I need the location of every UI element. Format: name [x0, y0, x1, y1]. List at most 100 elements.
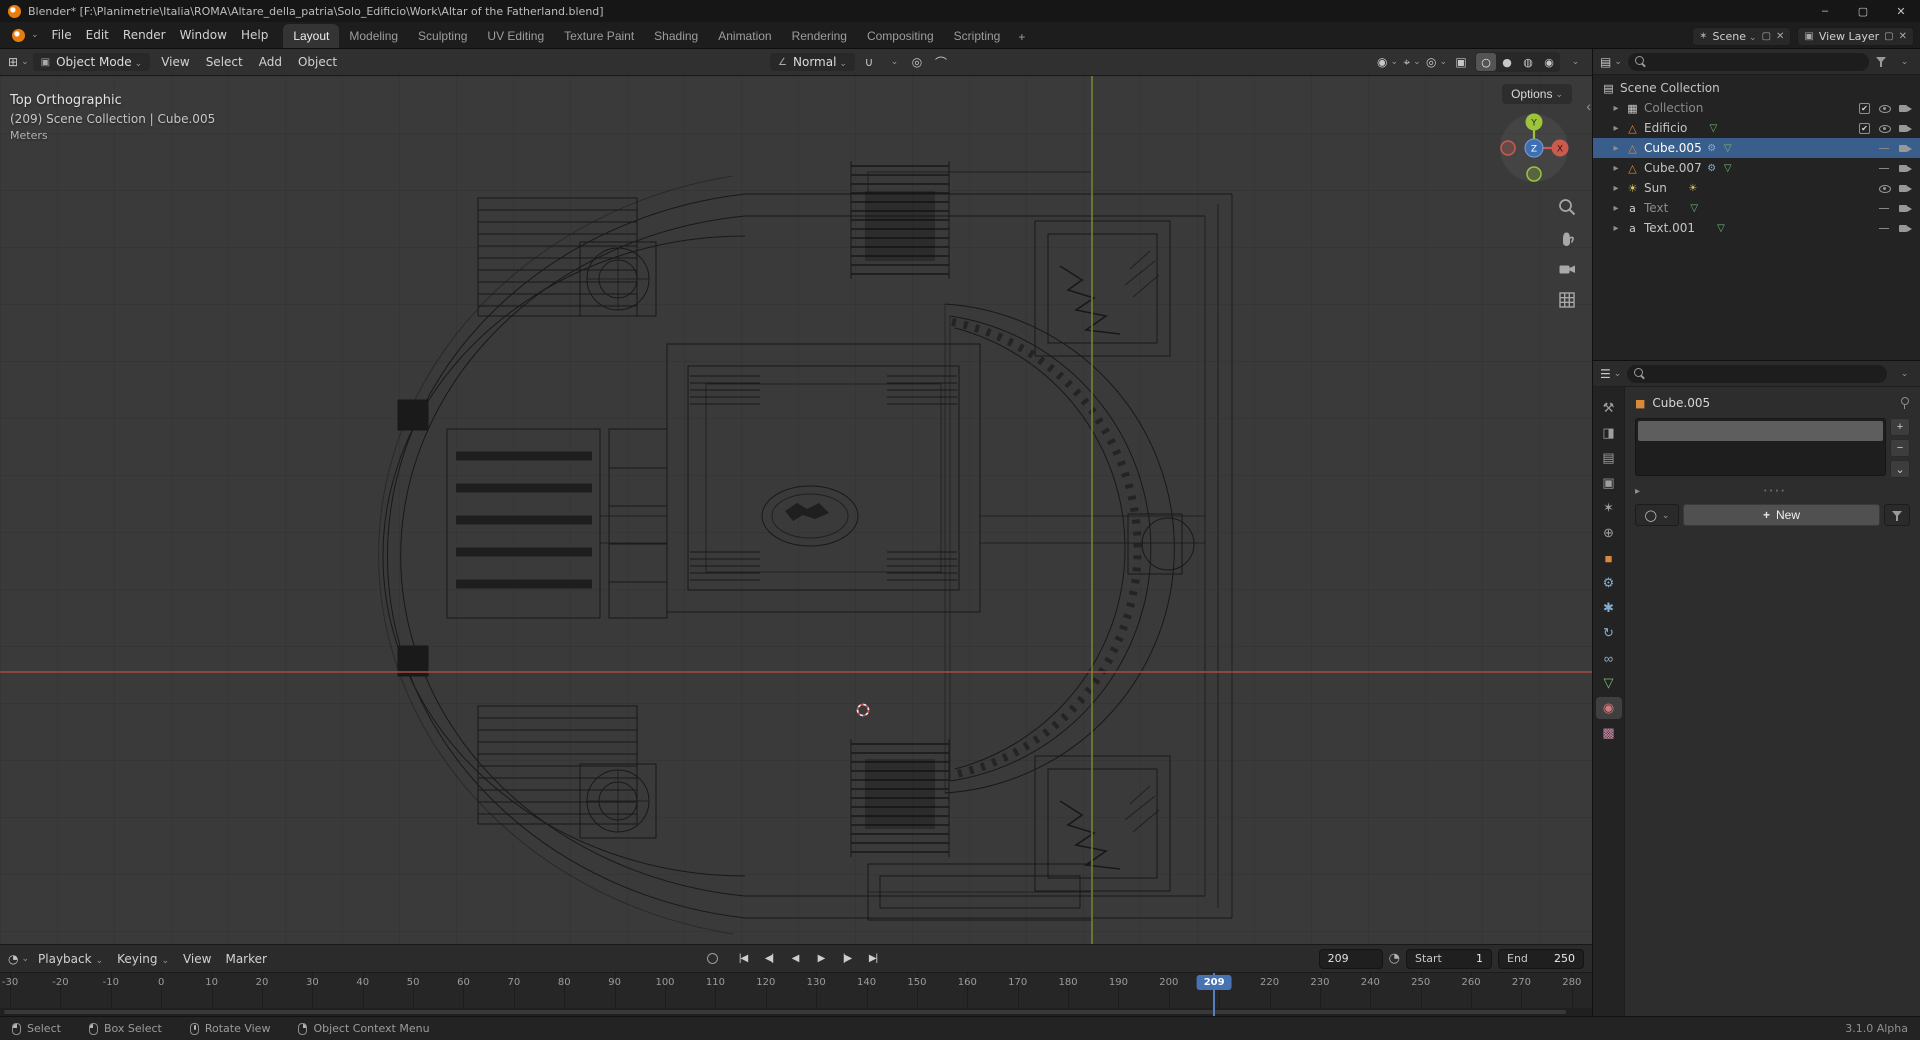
maximize-button[interactable]: ▢ — [1844, 0, 1882, 22]
workspace-tab[interactable]: Scripting — [944, 24, 1011, 48]
properties-tab[interactable]: ⚙ — [1596, 572, 1622, 594]
properties-tab[interactable]: ■ — [1596, 547, 1622, 569]
material-slot-list[interactable] — [1635, 418, 1886, 476]
current-frame-field[interactable]: 209 — [1318, 948, 1383, 969]
workspace-tab[interactable]: Shading — [644, 24, 708, 48]
close-button[interactable]: ✕ — [1882, 0, 1920, 22]
wireframe-shading-button[interactable]: ○ — [1476, 53, 1497, 71]
timeline-ruler[interactable]: -30 -20 -10 0 10 20 30 40 50 60 70 80 90 100 110 120 130… — [0, 972, 1592, 1016]
properties-tab[interactable]: ▽ — [1596, 672, 1622, 694]
previous-keyframe-button[interactable]: ◀| — [757, 949, 781, 969]
toggle-grid-icon[interactable] — [1556, 289, 1578, 311]
workspace-tab[interactable]: Texture Paint — [554, 24, 644, 48]
shading-settings-dropdown[interactable] — [1564, 52, 1584, 72]
frame-start-field[interactable]: Start 1 — [1406, 948, 1492, 969]
outliner-item[interactable]: ▸ Cube.007 — [1593, 158, 1920, 178]
pan-hand-icon[interactable] — [1556, 227, 1578, 249]
options-button[interactable]: Options — [1502, 84, 1572, 104]
properties-tab[interactable]: ✱ — [1596, 597, 1622, 619]
gizmo-x-neg-axis[interactable] — [1500, 140, 1516, 156]
scene-selector[interactable]: ✶ Scene ▢ ✕ — [1692, 27, 1792, 46]
browse-material-button[interactable]: ◯ — [1635, 504, 1679, 526]
disclosure-arrow-icon[interactable]: ▸ — [1611, 183, 1621, 194]
outliner-filter-dropdown[interactable] — [1893, 52, 1913, 72]
properties-editor-type-button[interactable]: ☰ — [1600, 364, 1621, 384]
zoom-tool-icon[interactable] — [1556, 196, 1578, 218]
editor-type-button[interactable]: ⊞ — [8, 52, 29, 72]
auto-keying-toggle[interactable] — [707, 953, 718, 964]
disclosure-arrow-icon[interactable]: ▸ — [1611, 123, 1621, 134]
workspace-tab[interactable]: Animation — [708, 24, 781, 48]
properties-tab[interactable]: ∞ — [1596, 647, 1622, 669]
properties-tab[interactable]: ▣ — [1596, 472, 1622, 494]
play-button[interactable]: ▶ — [809, 949, 833, 969]
rendered-shading-button[interactable]: ◉ — [1539, 53, 1559, 71]
properties-search-input[interactable] — [1650, 367, 1880, 380]
disclosure-arrow-icon[interactable]: ▸ — [1611, 203, 1621, 214]
hide-in-viewport-icon[interactable] — [1878, 182, 1891, 195]
workspace-tab[interactable]: Modeling — [339, 24, 408, 48]
timeline-menu-item[interactable]: View — [176, 949, 218, 969]
filter-icon[interactable] — [1875, 56, 1887, 67]
viewport-canvas[interactable]: Top Orthographic (209) Scene Collection … — [0, 76, 1592, 944]
timeline-menu-item[interactable]: Playback — [31, 949, 110, 969]
disclosure-arrow-icon[interactable]: ▸ — [1611, 163, 1621, 174]
material-specials-button[interactable]: ⌄ — [1890, 460, 1910, 478]
outliner-search[interactable] — [1627, 52, 1869, 71]
jump-to-start-button[interactable]: |◀ — [731, 949, 755, 969]
disable-in-render-icon[interactable] — [1899, 102, 1914, 115]
hide-in-viewport-icon[interactable] — [1878, 102, 1891, 115]
pin-icon[interactable] — [1898, 396, 1910, 410]
camera-view-icon[interactable] — [1556, 258, 1578, 280]
disclosure-arrow-icon[interactable]: ▸ — [1611, 103, 1621, 114]
hide-in-viewport-icon[interactable] — [1878, 122, 1891, 135]
menu-item[interactable]: File — [45, 23, 79, 47]
disclosure-arrow-icon[interactable]: ▸ — [1611, 143, 1621, 154]
xray-toggle[interactable]: ▣ — [1451, 52, 1471, 72]
add-material-slot-button[interactable]: + — [1890, 418, 1910, 436]
navigation-gizmo[interactable]: Y X Z — [1498, 112, 1570, 184]
proportional-editing-toggle[interactable]: ◎ — [907, 52, 927, 72]
properties-tab[interactable]: ▤ — [1596, 447, 1622, 469]
blender-menu-button[interactable] — [6, 22, 45, 48]
material-preview-button[interactable]: ◍ — [1518, 53, 1538, 71]
material-filter-button[interactable] — [1884, 504, 1910, 526]
next-keyframe-button[interactable]: |▶ — [835, 949, 859, 969]
menu-item[interactable]: Render — [116, 23, 173, 47]
outliner-item[interactable]: ▸ Edificio — [1593, 118, 1920, 138]
hide-in-viewport-icon[interactable] — [1878, 202, 1891, 215]
frame-end-field[interactable]: End 250 — [1498, 948, 1584, 969]
timeline-editor-type-button[interactable]: ◔ — [8, 949, 29, 969]
play-reverse-button[interactable]: ◀ — [783, 949, 807, 969]
drag-grip-icon[interactable] — [1640, 486, 1910, 497]
timeline-menu-item[interactable]: Keying — [110, 949, 176, 969]
exclude-checkbox[interactable] — [1859, 102, 1870, 114]
workspace-tab[interactable]: UV Editing — [477, 24, 554, 48]
remove-material-slot-button[interactable]: − — [1890, 439, 1910, 457]
new-material-button[interactable]: New — [1683, 504, 1880, 526]
transform-orientation-dropdown[interactable]: ∠ Normal — [770, 53, 855, 71]
view-layer-selector[interactable]: ▣ View Layer ▢ ✕ — [1797, 27, 1914, 46]
sidebar-collapse-chevron[interactable]: ‹ — [1586, 98, 1591, 114]
disable-in-render-icon[interactable] — [1899, 142, 1914, 155]
unlink-scene-icon[interactable]: ✕ — [1776, 31, 1784, 42]
viewport-menu-item[interactable]: Add — [252, 52, 289, 72]
disable-in-render-icon[interactable] — [1899, 162, 1914, 175]
workspace-tab[interactable]: Compositing — [857, 24, 944, 48]
workspace-tab[interactable]: Rendering — [782, 24, 857, 48]
outliner-item[interactable]: ▸ Sun — [1593, 178, 1920, 198]
properties-tab[interactable]: ◨ — [1596, 422, 1622, 444]
properties-tab[interactable]: ▩ — [1596, 722, 1622, 744]
timeline-scrollbar[interactable] — [4, 1010, 1566, 1014]
add-workspace-button[interactable]: + — [1010, 26, 1033, 48]
material-slot-selected[interactable] — [1638, 421, 1883, 441]
disable-in-render-icon[interactable] — [1899, 122, 1914, 135]
hide-in-viewport-icon[interactable] — [1878, 162, 1891, 175]
gizmo-y-neg-axis[interactable] — [1526, 166, 1542, 182]
outliner-item[interactable]: ▸ Text.001 — [1593, 218, 1920, 238]
properties-tab[interactable]: ⚒ — [1596, 397, 1622, 419]
minimize-button[interactable]: – — [1806, 0, 1844, 22]
menu-item[interactable]: Edit — [79, 23, 116, 47]
proportional-falloff-icon[interactable]: ⌒ — [931, 52, 951, 72]
properties-tab[interactable]: ✶ — [1596, 497, 1622, 519]
